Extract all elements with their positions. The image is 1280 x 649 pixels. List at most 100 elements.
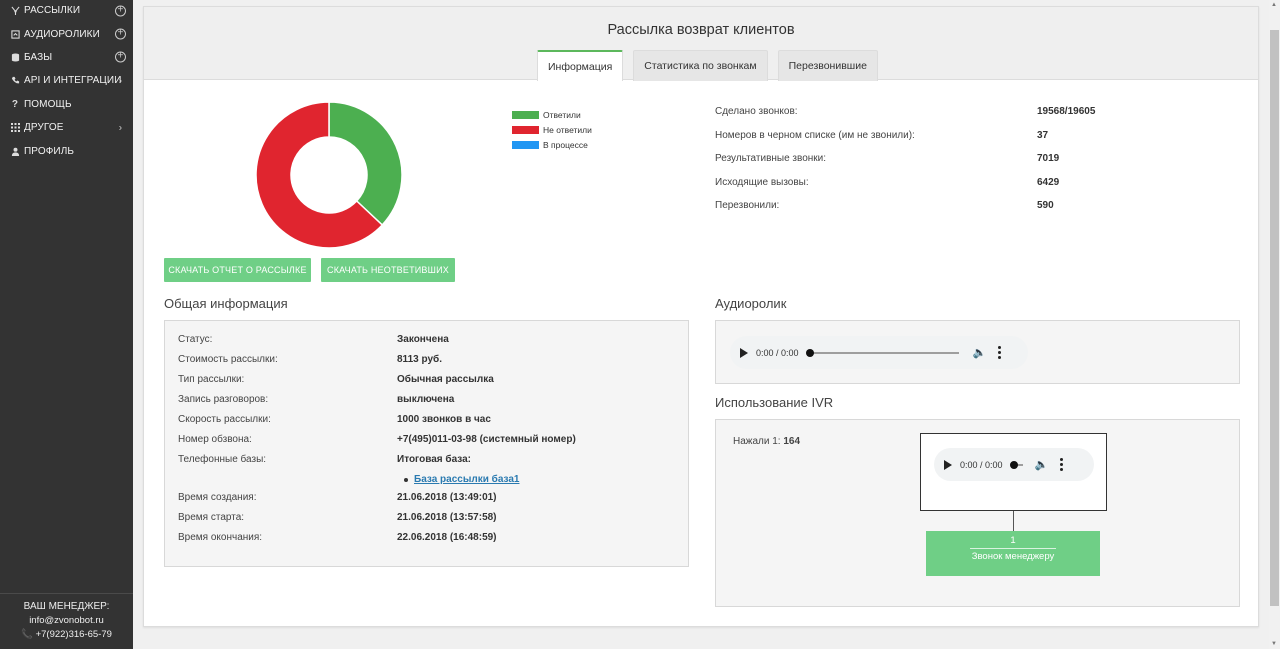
phone-api-icon — [10, 76, 20, 86]
scroll-down-icon[interactable]: ▼ — [1271, 641, 1277, 647]
add-audio-icon[interactable]: + — [115, 28, 126, 40]
manager-email[interactable]: info@zvonobot.ru — [0, 614, 133, 628]
legend-label: Не ответили — [543, 124, 592, 135]
info-label: Время старта: — [178, 512, 245, 523]
legend-swatch — [512, 125, 539, 134]
stat-row: Сделано звонков: 19568/19605 — [715, 100, 1165, 124]
manager-phone-number: +7(922)316-65-79 — [35, 629, 112, 640]
chevron-right-icon: › — [118, 122, 123, 134]
slice-answered[interactable] — [328, 102, 402, 227]
manager-phone[interactable]: 📞 +7(922)316-65-79 — [0, 628, 133, 642]
sidebar-item-label: ДРУГОЕ — [24, 122, 64, 134]
seek-knob[interactable] — [1009, 460, 1018, 469]
seek-knob[interactable] — [805, 348, 814, 357]
info-value: 8113 руб. — [397, 354, 442, 365]
ivr-audio-player[interactable]: 0:00 / 0:00 🔈 — [934, 448, 1094, 481]
stat-value: 37 — [1037, 129, 1049, 141]
ivr-seek-bar[interactable] — [1009, 460, 1023, 469]
legend-label: В процессе — [543, 139, 588, 150]
chevron-right-icon: › — [118, 75, 123, 87]
stat-row: Исходящие вызовы: 6429 — [715, 171, 1165, 195]
more-options-icon[interactable] — [1060, 458, 1064, 471]
download-report-button[interactable]: СКАЧАТЬ ОТЧЕТ О РАССЫЛКЕ — [164, 258, 311, 282]
info-label: Статус: — [178, 334, 213, 345]
sidebar-item-label: ПРОФИЛЬ — [24, 145, 75, 157]
more-options-icon[interactable] — [998, 346, 1002, 359]
vertical-scrollbar[interactable]: ▲ ▼ — [1269, 0, 1280, 649]
base-list-item: База рассылки база1 — [404, 474, 520, 485]
broadcast-icon — [10, 6, 20, 16]
ivr-node-label: Звонок менеджеру — [971, 551, 1055, 562]
ivr-node-key: 1 — [1010, 535, 1016, 546]
info-label: Время создания: — [178, 492, 257, 503]
call-stats: Сделано звонков: 19568/19605 Номеров в ч… — [715, 100, 1165, 218]
ivr-title: Использование IVR — [715, 395, 834, 410]
stat-value: 7019 — [1037, 153, 1060, 165]
info-label: Запись разговоров: — [178, 394, 269, 405]
ivr-audio-box: 0:00 / 0:00 🔈 — [920, 433, 1107, 511]
sidebar-item-api[interactable]: API И ИНТЕГРАЦИИ › — [0, 69, 133, 92]
info-label: Телефонные базы: — [178, 454, 267, 465]
tab-callbacks[interactable]: Перезвонившие — [777, 50, 878, 81]
bullet-dot — [404, 478, 408, 482]
info-label: Стоимость рассылки: — [178, 354, 278, 365]
info-value: +7(495)011-03-98 (системный номер) — [397, 434, 576, 445]
info-value: выключена — [397, 394, 455, 405]
sidebar-item-help[interactable]: ? ПОМОЩЬ — [0, 93, 133, 116]
scrollbar-thumb[interactable] — [1270, 30, 1279, 606]
broadcast-card: Рассылка возврат клиентов Информация Ста… — [143, 6, 1259, 627]
audio-panel: 0:00 / 0:00 🔈 — [715, 320, 1240, 384]
stat-label: Исходящие вызовы: — [715, 176, 809, 188]
manager-block: ВАШ МЕНЕДЖЕР: info@zvonobot.ru 📞 +7(922)… — [0, 593, 133, 649]
info-value: Итоговая база: — [397, 454, 471, 465]
audio-seek-bar[interactable] — [805, 348, 959, 357]
volume-icon[interactable]: 🔈 — [973, 346, 987, 359]
stat-row: Номеров в черном списке (им не звонили):… — [715, 124, 1165, 148]
base-link[interactable]: База рассылки база1 — [414, 474, 520, 485]
info-label: Номер обзвона: — [178, 434, 252, 445]
info-label: Скорость рассылки: — [178, 414, 271, 425]
phone-icon: 📞 — [21, 629, 33, 640]
tab-info[interactable]: Информация — [537, 50, 624, 81]
sidebar-item-audio[interactable]: АУДИОРОЛИКИ + — [0, 22, 133, 45]
sidebar-item-profile[interactable]: ПРОФИЛЬ — [0, 139, 133, 162]
user-icon — [10, 146, 20, 156]
stat-row: Результативные звонки: 7019 — [715, 147, 1165, 171]
volume-icon[interactable]: 🔈 — [1035, 458, 1049, 471]
play-icon[interactable] — [944, 459, 952, 470]
scroll-up-icon[interactable]: ▲ — [1271, 2, 1277, 8]
legend-item-in-progress: В процессе — [512, 137, 592, 152]
ivr-audio-time: 0:00 / 0:00 — [960, 459, 1003, 470]
audio-time: 0:00 / 0:00 — [756, 347, 799, 358]
add-base-icon[interactable]: + — [115, 51, 126, 63]
info-value: 22.06.2018 (16:48:59) — [397, 532, 497, 543]
tab-call-stats[interactable]: Статистика по звонкам — [633, 50, 768, 81]
audio-player[interactable]: 0:00 / 0:00 🔈 — [730, 336, 1028, 369]
download-unanswered-button[interactable]: СКАЧАТЬ НЕОТВЕТИВШИХ — [321, 258, 455, 282]
stat-value: 590 — [1037, 200, 1054, 212]
stat-label: Перезвонили: — [715, 200, 780, 212]
legend-swatch — [512, 140, 539, 149]
general-info-panel: Статус: Закончена Стоимость рассылки: 81… — [164, 320, 689, 567]
play-icon[interactable] — [740, 347, 748, 358]
stat-label: Результативные звонки: — [715, 153, 827, 165]
ivr-node-manager[interactable]: 1 Звонок менеджеру — [926, 531, 1100, 576]
info-label: Тип рассылки: — [178, 374, 245, 385]
ivr-pressed-label: Нажали 1: — [733, 436, 781, 447]
info-value: 1000 звонков в час — [397, 414, 491, 425]
info-value: 21.06.2018 (13:57:58) — [397, 512, 497, 523]
legend-item-not-answered: Не ответили — [512, 122, 592, 137]
info-value: 21.06.2018 (13:49:01) — [397, 492, 497, 503]
sidebar-item-bases[interactable]: БАЗЫ + — [0, 46, 133, 69]
sidebar-item-label: API И ИНТЕГРАЦИИ — [24, 75, 122, 87]
sidebar-item-other[interactable]: ДРУГОЕ › — [0, 116, 133, 139]
card-header: Рассылка возврат клиентов Информация Ста… — [144, 7, 1258, 81]
page-title: Рассылка возврат клиентов — [607, 22, 795, 38]
add-broadcast-icon[interactable]: + — [115, 5, 126, 17]
ivr-connector — [1013, 511, 1014, 531]
sidebar-item-broadcasts[interactable]: РАССЫЛКИ + — [0, 0, 133, 22]
audio-file-icon — [10, 29, 20, 39]
info-label: Время окончания: — [178, 532, 263, 543]
call-result-donut-chart — [256, 102, 402, 248]
stat-row: Перезвонили: 590 — [715, 194, 1165, 218]
